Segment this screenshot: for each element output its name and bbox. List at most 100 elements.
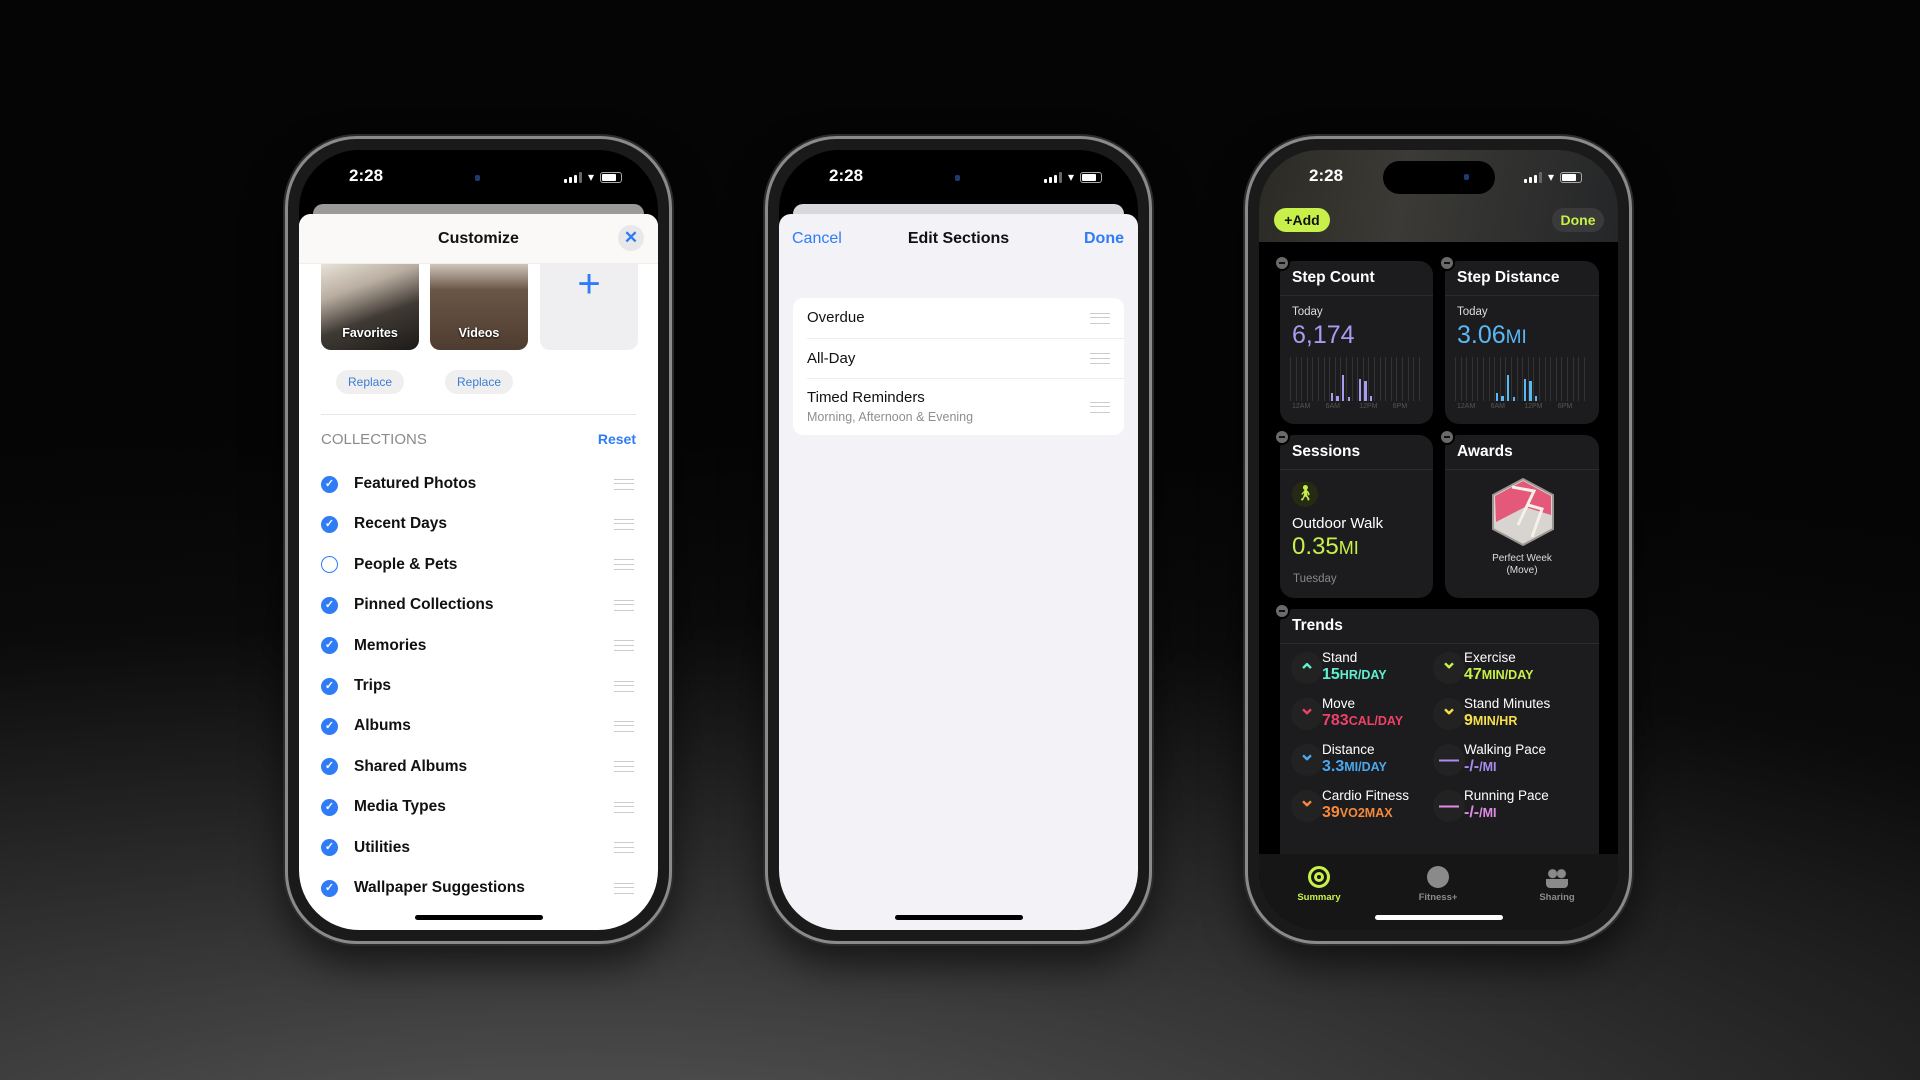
checkmark-circle-icon[interactable]: ✓ bbox=[321, 879, 338, 897]
reorder-handle-icon[interactable] bbox=[1090, 401, 1110, 413]
reorder-handle-icon[interactable] bbox=[614, 761, 634, 773]
collection-row[interactable]: ✓ Featured Photos bbox=[299, 464, 658, 504]
chart-gridline bbox=[1488, 357, 1490, 401]
collection-row[interactable]: ✓ Utilities bbox=[299, 828, 658, 868]
checkmark-circle-icon[interactable]: ✓ bbox=[321, 798, 338, 816]
empty-circle-icon[interactable] bbox=[321, 556, 338, 574]
collection-row[interactable]: ✓ Albums bbox=[299, 706, 658, 746]
chart-gridline bbox=[1567, 357, 1568, 401]
reorder-handle-icon[interactable] bbox=[1090, 353, 1110, 364]
value: 0.35 bbox=[1292, 533, 1339, 560]
collection-row[interactable]: People & Pets bbox=[299, 545, 658, 585]
period-label: Today bbox=[1457, 306, 1488, 318]
card-title: Awards bbox=[1457, 443, 1513, 460]
reorder-handle-icon[interactable] bbox=[614, 720, 634, 732]
section-row[interactable]: Timed Reminders Morning, Afternoon & Even… bbox=[807, 378, 1124, 435]
chart-gridline bbox=[1295, 357, 1297, 401]
reorder-handle-icon[interactable] bbox=[614, 801, 634, 813]
videos-thumbnail[interactable]: Videos bbox=[430, 264, 528, 350]
tab-label: Sharing bbox=[1539, 892, 1575, 903]
reorder-handle-icon[interactable] bbox=[614, 478, 634, 490]
chart-gridline bbox=[1544, 357, 1546, 401]
collection-label: Trips bbox=[354, 677, 392, 694]
tab-sharing[interactable]: Sharing bbox=[1522, 866, 1592, 903]
unit: /MI bbox=[1479, 760, 1497, 774]
status-icons: ▾ bbox=[1043, 170, 1102, 184]
reorder-handle-icon[interactable] bbox=[614, 599, 634, 611]
collection-row[interactable]: ✓ Shared Albums bbox=[299, 747, 658, 787]
reorder-handle-icon[interactable] bbox=[614, 559, 634, 571]
collection-row[interactable]: ✓ Media Types bbox=[299, 787, 658, 827]
collection-row[interactable]: ✓ Memories bbox=[299, 626, 658, 666]
session-name: Outdoor Walk bbox=[1292, 515, 1384, 532]
collection-row[interactable]: ✓ Pinned Collections bbox=[299, 585, 658, 625]
collection-row[interactable]: ✓ Trips bbox=[299, 666, 658, 706]
reorder-handle-icon[interactable] bbox=[614, 680, 634, 692]
done-button[interactable]: Done bbox=[1552, 208, 1604, 232]
replace-button[interactable]: Replace bbox=[445, 370, 513, 394]
checkmark-circle-icon[interactable]: ✓ bbox=[321, 515, 338, 533]
checkmark-circle-icon[interactable]: ✓ bbox=[321, 596, 338, 614]
collection-label: Wallpaper Suggestions bbox=[354, 879, 525, 896]
add-collection-button[interactable]: + bbox=[540, 264, 638, 350]
reorder-handle-icon[interactable] bbox=[614, 842, 634, 854]
favorites-thumbnail[interactable]: Favorites bbox=[321, 264, 419, 350]
chart-bar bbox=[1369, 396, 1373, 401]
reset-button[interactable]: Reset bbox=[598, 431, 636, 447]
trend-item[interactable]: — Running Pace -/-/MI bbox=[1427, 788, 1577, 836]
collection-row[interactable]: ✓ Wallpaper Suggestions bbox=[299, 868, 658, 908]
tab-summary[interactable]: Summary bbox=[1284, 866, 1354, 903]
chart-bar bbox=[1501, 396, 1504, 401]
section-row[interactable]: All-Day bbox=[807, 338, 1124, 378]
chart-tick-label: 6AM bbox=[1490, 403, 1505, 410]
chart-bar bbox=[1336, 396, 1339, 401]
checkmark-circle-icon[interactable]: ✓ bbox=[321, 677, 338, 695]
trend-item[interactable]: ⌄ Move 783CAL/DAY bbox=[1285, 696, 1435, 744]
add-button[interactable]: +Add bbox=[1274, 208, 1330, 232]
checkmark-circle-icon[interactable]: ✓ bbox=[321, 839, 338, 857]
trend-item[interactable]: ⌄ Cardio Fitness 39VO2MAX bbox=[1285, 788, 1435, 836]
sessions-card[interactable]: Sessions 🚶︎ Outdoor Walk 0.35MI Tuesday bbox=[1274, 429, 1433, 598]
reorder-handle-icon[interactable] bbox=[614, 640, 634, 652]
checkmark-circle-icon[interactable]: ✓ bbox=[321, 637, 338, 655]
reorder-handle-icon[interactable] bbox=[614, 882, 634, 894]
signal-icon bbox=[1523, 171, 1542, 183]
trend-flat-icon: — bbox=[1433, 744, 1465, 776]
replace-button[interactable]: Replace bbox=[336, 370, 404, 394]
collection-row[interactable]: ✓ Recent Days bbox=[299, 504, 658, 544]
trend-item[interactable]: — Walking Pace -/-/MI bbox=[1427, 742, 1577, 790]
remove-icon[interactable] bbox=[1439, 255, 1455, 271]
collection-label: Utilities bbox=[354, 838, 410, 856]
chart-bar bbox=[1358, 379, 1362, 401]
chart-gridline bbox=[1334, 357, 1336, 401]
remove-icon[interactable] bbox=[1274, 255, 1290, 271]
divider bbox=[1280, 469, 1433, 470]
checkmark-circle-icon[interactable]: ✓ bbox=[321, 475, 338, 493]
step-count-card[interactable]: Step Count Today 6,174 12AM 6AM 12PM 6PM bbox=[1274, 255, 1433, 424]
trend-item[interactable]: ⌄ Distance 3.3MI/DAY bbox=[1285, 742, 1435, 790]
step-distance-card[interactable]: Step Distance Today 3.06MI 12AM 6AM 12PM 6P… bbox=[1439, 255, 1599, 424]
session-day: Tuesday bbox=[1293, 573, 1337, 585]
trend-item[interactable]: ⌄ Exercise 47MIN/DAY bbox=[1427, 650, 1577, 698]
value: 783 bbox=[1322, 712, 1349, 729]
trend-name: Distance bbox=[1322, 742, 1375, 757]
section-row[interactable]: Overdue bbox=[793, 298, 1124, 338]
checkmark-circle-icon[interactable]: ✓ bbox=[321, 758, 338, 776]
section-label: All-Day bbox=[807, 350, 856, 367]
awards-card[interactable]: Awards Perfect Week (Move) bbox=[1439, 429, 1599, 598]
reorder-handle-icon[interactable] bbox=[1090, 312, 1110, 324]
trend-item[interactable]: ⌄ Stand Minutes 9MIN/HR bbox=[1427, 696, 1577, 744]
checkmark-circle-icon[interactable]: ✓ bbox=[321, 717, 338, 735]
done-button[interactable]: Done bbox=[1084, 230, 1124, 248]
step-distance-value: 3.06MI bbox=[1457, 321, 1527, 350]
remove-icon[interactable] bbox=[1274, 603, 1290, 619]
remove-icon[interactable] bbox=[1439, 429, 1455, 445]
tab-fitness-plus[interactable]: Fitness+ bbox=[1403, 866, 1473, 903]
trend-down-icon: ⌄ bbox=[1433, 698, 1465, 730]
section-subtitle: Morning, Afternoon & Evening bbox=[807, 410, 974, 424]
remove-icon[interactable] bbox=[1274, 429, 1290, 445]
close-button[interactable]: ✕ bbox=[618, 225, 644, 251]
trend-item[interactable]: ⌃ Stand 15HR/DAY bbox=[1285, 650, 1435, 698]
reorder-handle-icon[interactable] bbox=[614, 518, 634, 530]
chart-gridline bbox=[1407, 357, 1409, 401]
